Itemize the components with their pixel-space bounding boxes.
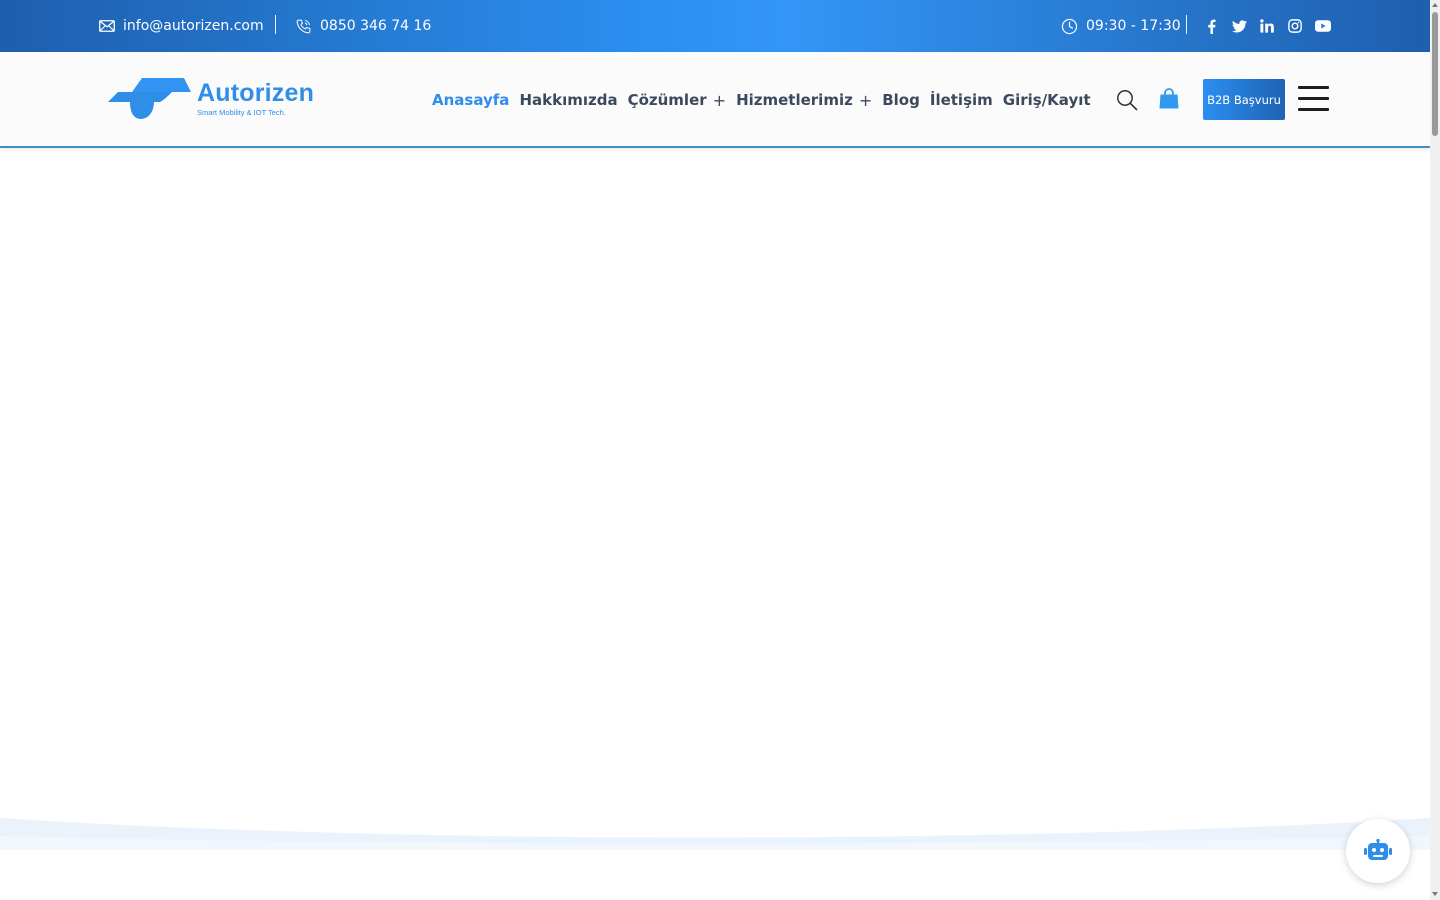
nav-item-hakkimizda[interactable]: Hakkımızda <box>519 91 617 109</box>
nav-item-label: İletişim <box>929 91 993 109</box>
twitter-icon[interactable] <box>1231 18 1247 34</box>
logo-mark-icon <box>108 78 191 119</box>
email-link[interactable]: info@autorizen.com <box>99 0 264 52</box>
decorative-wave <box>0 818 1430 850</box>
phone-link[interactable]: 0850 346 74 16 <box>295 0 431 52</box>
phone-icon <box>296 19 311 33</box>
nav-item-label: Çözümler <box>627 91 707 109</box>
topbar-divider <box>1186 15 1187 34</box>
plus-icon: + <box>858 90 873 110</box>
linkedin-icon[interactable] <box>1259 18 1275 34</box>
scroll-up-arrow[interactable] <box>1432 3 1438 7</box>
nav-item-label: Blog <box>882 91 920 109</box>
youtube-icon[interactable] <box>1315 18 1331 34</box>
top-bar: info@autorizen.com 0850 346 74 16 09:30 … <box>0 0 1430 52</box>
nav-item-giris-kayit[interactable]: Giriş/Kayıt <box>1003 91 1091 109</box>
b2b-apply-button[interactable]: B2B Başvuru <box>1203 79 1285 120</box>
nav-item-anasayfa[interactable]: Anasayfa <box>432 91 509 109</box>
logo-tagline: Smart Mobility & IOT Tech. <box>197 108 286 117</box>
working-hours: 09:30 - 17:30 <box>1061 0 1181 52</box>
search-icon <box>1117 90 1138 111</box>
search-button[interactable] <box>1116 89 1138 111</box>
nav-item-label: Hizmetlerimiz <box>736 91 853 109</box>
instagram-icon[interactable] <box>1287 18 1303 34</box>
page: info@autorizen.com 0850 346 74 16 09:30 … <box>0 0 1440 900</box>
main-nav: Anasayfa Hakkımızda Çözümler + Hizmetleri… <box>432 52 1091 148</box>
main-header: Autorizen Smart Mobility & IOT Tech. Ana… <box>0 52 1430 148</box>
clock-icon <box>1061 18 1078 34</box>
plus-icon: + <box>712 90 727 110</box>
mail-icon <box>99 20 115 32</box>
facebook-icon[interactable] <box>1203 18 1219 34</box>
social-links <box>1203 0 1331 52</box>
nav-item-label: Anasayfa <box>432 91 510 109</box>
nav-item-label: Giriş/Kayıt <box>1002 91 1091 109</box>
robot-icon <box>1364 839 1392 860</box>
hamburger-menu-button[interactable] <box>1298 86 1329 112</box>
scrollbar[interactable] <box>1430 0 1440 900</box>
phone-text: 0850 346 74 16 <box>320 18 432 34</box>
menu-line <box>1298 97 1329 100</box>
nav-item-label: Hakkımızda <box>519 91 618 109</box>
scroll-down-arrow[interactable] <box>1432 892 1438 896</box>
site-logo[interactable]: Autorizen Smart Mobility & IOT Tech. <box>108 78 338 120</box>
nav-item-iletisim[interactable]: İletişim <box>930 91 993 109</box>
cart-button[interactable] <box>1159 88 1179 110</box>
hours-text: 09:30 - 17:30 <box>1086 18 1181 34</box>
nav-item-blog[interactable]: Blog <box>882 91 920 109</box>
menu-line <box>1298 86 1329 89</box>
chatbot-button[interactable] <box>1346 819 1410 883</box>
topbar-divider <box>275 15 276 34</box>
menu-line <box>1298 108 1329 111</box>
scrollbar-thumb[interactable] <box>1432 12 1438 136</box>
nav-item-hizmetlerimiz[interactable]: Hizmetlerimiz + <box>736 91 872 110</box>
logo-text: Autorizen <box>197 79 315 107</box>
nav-item-cozumler[interactable]: Çözümler + <box>628 91 726 110</box>
shopping-bag-icon <box>1159 88 1179 109</box>
email-text: info@autorizen.com <box>123 18 264 34</box>
